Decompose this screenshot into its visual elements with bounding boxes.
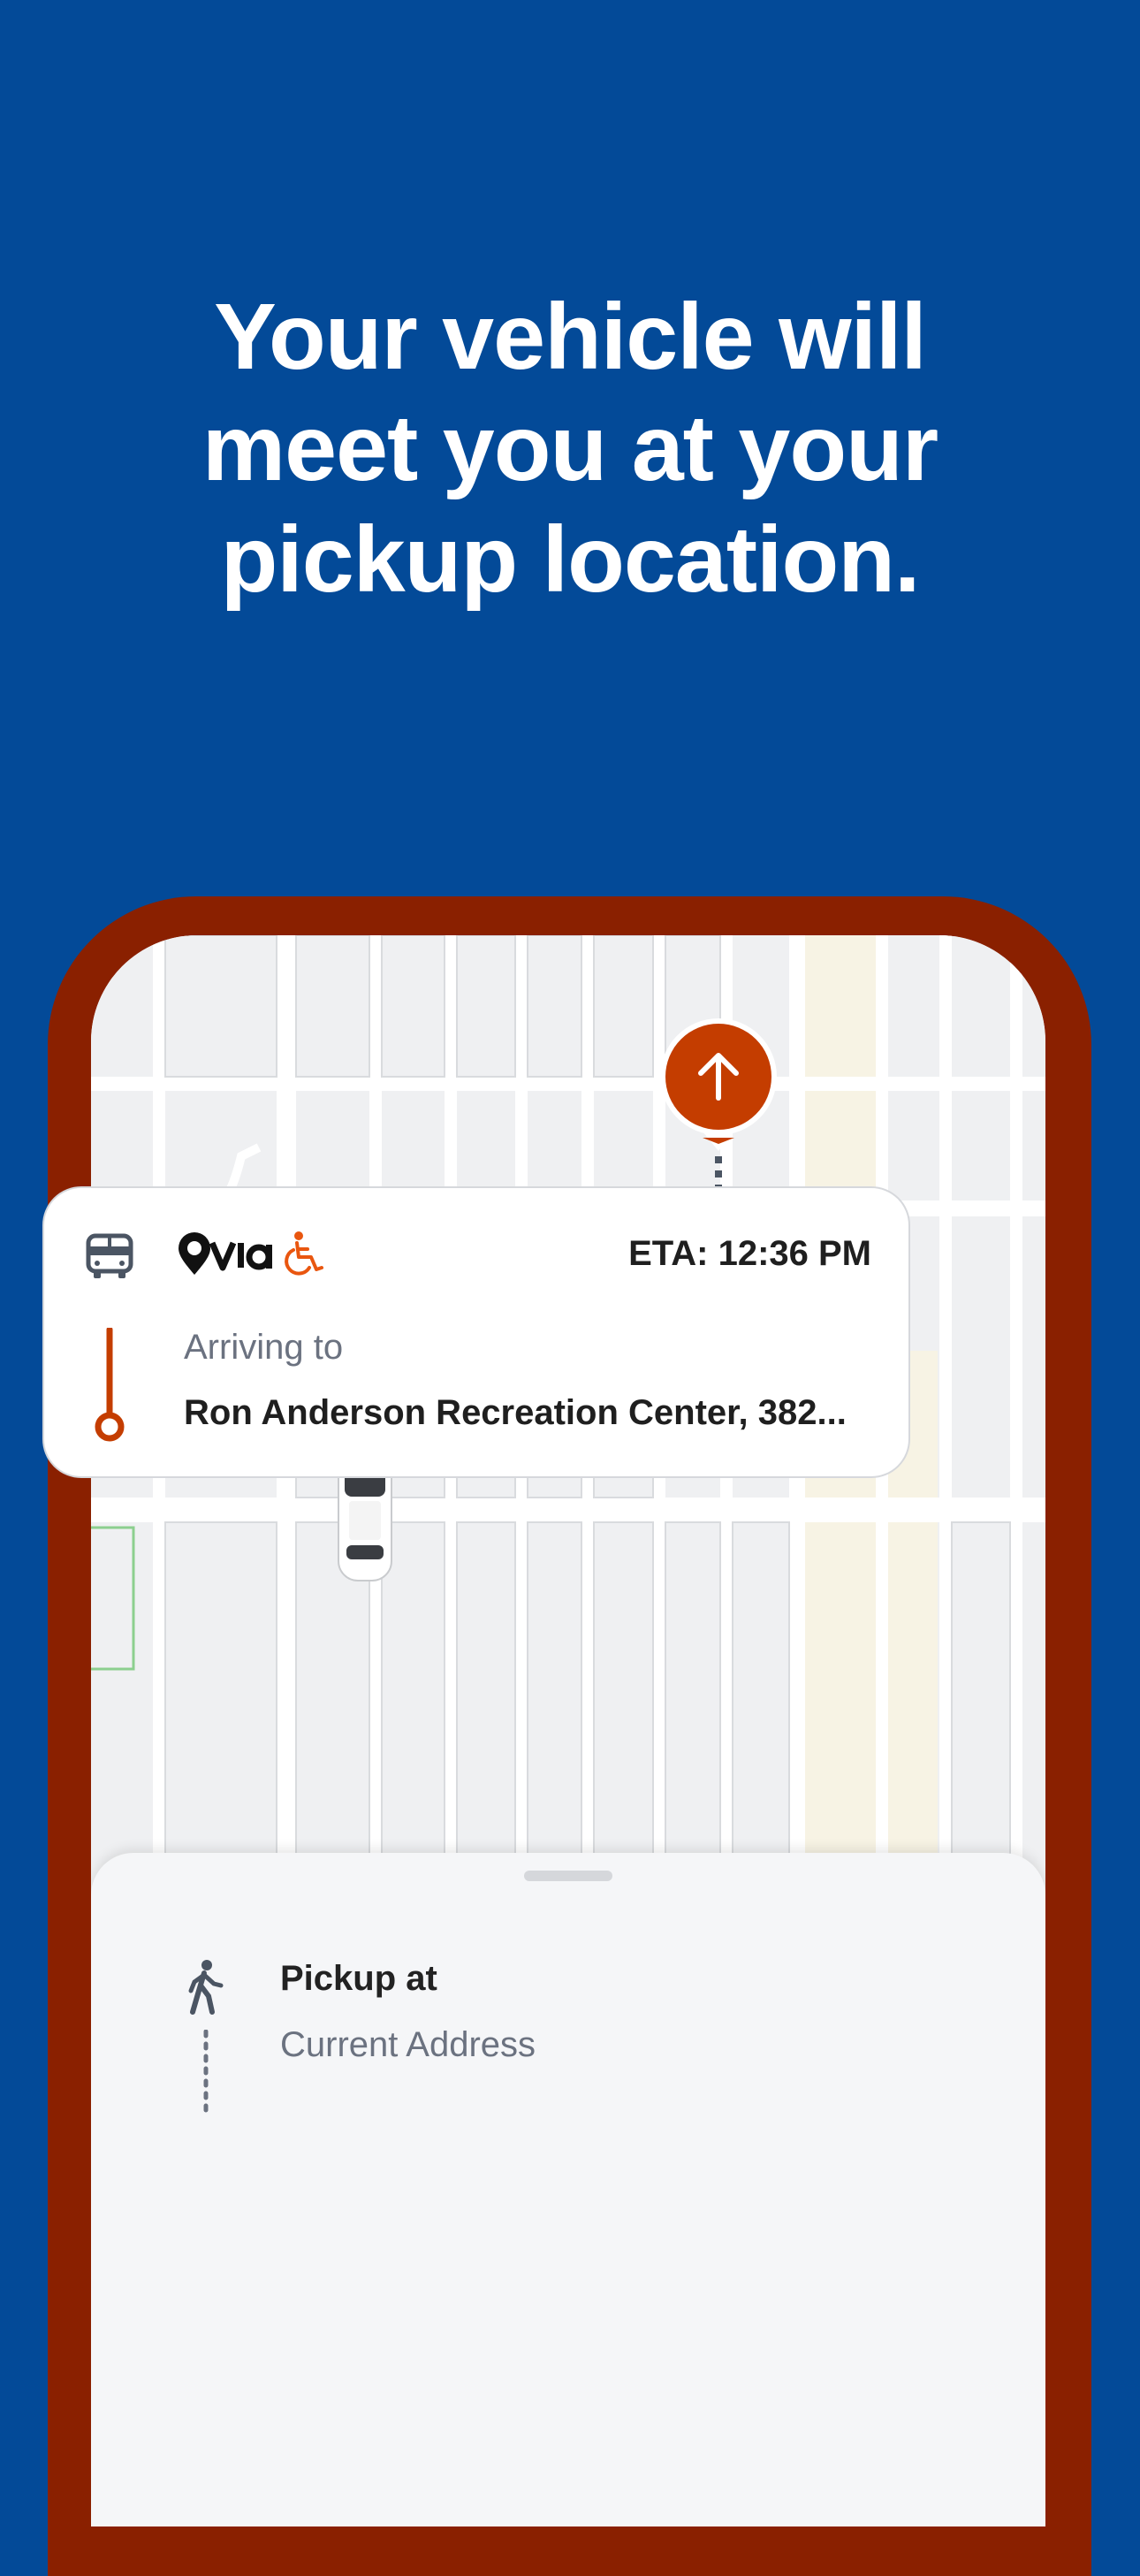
van-icon (86, 1233, 133, 1278)
phone-screen: Pickup at Current Address (91, 935, 1045, 2526)
headline: Your vehicle will meet you at your picku… (0, 281, 1140, 615)
route-indicator-icon (95, 1328, 125, 1442)
arriving-label: Arriving to (184, 1328, 344, 1367)
headline-line-3: pickup location. (220, 507, 921, 612)
headline-line-2: meet you at your (201, 396, 939, 500)
sheet-drag-handle[interactable] (524, 1871, 612, 1881)
headline-line-1: Your vehicle will (214, 285, 927, 389)
pickup-address: Current Address (280, 2025, 536, 2064)
pickup-title: Pickup at (280, 1959, 437, 1998)
ride-card[interactable]: ETA: 12:36 PM Arriving to Ron Anderson R… (42, 1186, 910, 1478)
bottom-sheet: Pickup at Current Address (91, 1853, 1045, 2526)
wheelchair-icon (285, 1231, 323, 1276)
eta-label: ETA: 12:36 PM (628, 1234, 871, 1273)
destination-address: Ron Anderson Recreation Center, 382... (184, 1393, 847, 1432)
walking-person-icon (188, 1960, 224, 2015)
via-logo (179, 1232, 272, 1275)
walking-dotted-line (203, 2030, 209, 2115)
